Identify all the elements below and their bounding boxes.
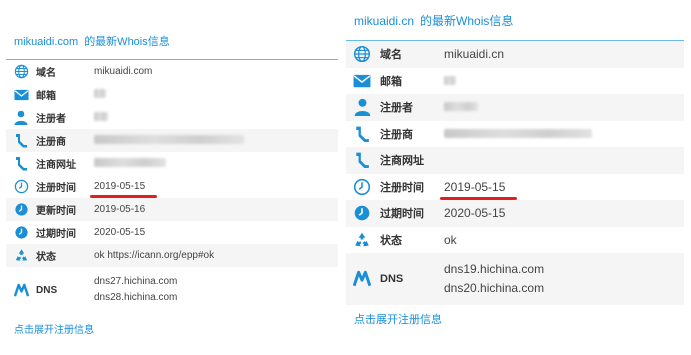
row-label: 注册者 (380, 102, 413, 115)
row-label: 注册商 (380, 128, 413, 141)
row-label: 邮箱 (380, 75, 402, 88)
clock-icon (10, 179, 32, 194)
row-label: 状态 (36, 252, 56, 263)
panel-title: mikuaidi.cn 的最新Whois信息 (346, 2, 684, 41)
mail-icon (10, 89, 32, 101)
clock-icon (350, 178, 374, 196)
row-dns: DNS dns19.hichina.com dns20.hichina.com (346, 253, 684, 305)
registrar-url-icon (10, 156, 32, 171)
registrar-icon (10, 133, 32, 148)
row-registered-date: 注册时间 2019-05-15 (6, 175, 338, 198)
title-domain[interactable]: mikuaidi.com (14, 36, 78, 48)
redacted-value (94, 111, 108, 124)
dns-server: dns28.hichina.com (94, 292, 178, 303)
redacted-value (444, 74, 456, 88)
dns-icon (350, 270, 374, 288)
title-suffix: 的最新Whois信息 (84, 36, 170, 48)
row-label: 更新时间 (36, 206, 76, 217)
dns-icon (10, 283, 32, 298)
row-value: mikuaidi.cn (444, 47, 505, 62)
expand-registration-link[interactable]: 点击展开注册信息 (346, 311, 442, 327)
row-value: 2020-05-15 (444, 206, 506, 221)
row-label: 域名 (380, 49, 402, 62)
row-value: mikuaidi.com (94, 66, 153, 77)
row-label: DNS (36, 284, 58, 296)
row-label: DNS (380, 273, 404, 285)
dns-server: dns19.hichina.com (444, 262, 545, 276)
clock-icon (350, 204, 374, 222)
mail-icon (350, 74, 374, 88)
user-icon (10, 110, 32, 125)
recycle-icon (10, 248, 32, 263)
redacted-value (94, 157, 166, 170)
row-dns: DNS dns27.hichina.com dns28.hichina.com (6, 267, 338, 313)
dns-server: dns27.hichina.com (94, 276, 178, 287)
row-registrar: 注册商 (346, 121, 684, 148)
title-suffix: 的最新Whois信息 (420, 14, 514, 28)
row-status: 状态 ok https://icann.org/epp#ok (6, 244, 338, 267)
row-label: 注册商 (36, 137, 66, 148)
dns-values: dns19.hichina.com dns20.hichina.com (444, 260, 544, 298)
whois-panel-left: mikuaidi.com 的最新Whois信息 域名 mikuaidi.com 邮… (6, 26, 338, 338)
row-label: 域名 (36, 68, 56, 79)
clock-icon (10, 225, 32, 240)
row-registrar-url: 注商网址 (6, 152, 338, 175)
recycle-icon (350, 231, 374, 249)
redacted-value (444, 127, 592, 141)
row-label: 注册时间 (380, 181, 424, 194)
row-label: 注商网址 (36, 160, 76, 171)
row-status: 状态 ok (346, 227, 684, 254)
row-value: ok https://icann.org/epp#ok (94, 250, 215, 261)
row-label: 注册时间 (36, 183, 76, 194)
row-updated-date: 更新时间 2019-05-16 (6, 198, 338, 221)
row-value: 2019-05-16 (94, 204, 146, 215)
row-registered-date: 注册时间 2019-05-15 (346, 174, 684, 201)
row-registrar: 注册商 (6, 129, 338, 152)
row-value: 2019-05-15 (89, 181, 158, 198)
row-domain: 域名 mikuaidi.cn (346, 41, 684, 68)
row-value: 2020-05-15 (94, 227, 146, 238)
globe-icon (10, 64, 32, 79)
row-label: 注册者 (36, 114, 66, 125)
row-email: 邮箱 (346, 68, 684, 95)
redacted-value (94, 134, 244, 147)
row-expiry-date: 过期时间 2020-05-15 (346, 200, 684, 227)
clock-icon (10, 202, 32, 217)
globe-icon (350, 45, 374, 63)
row-registrant: 注册者 (6, 106, 338, 129)
row-domain: 域名 mikuaidi.com (6, 60, 338, 83)
row-registrant: 注册者 (346, 94, 684, 121)
user-icon (350, 98, 374, 117)
row-label: 状态 (380, 234, 402, 247)
row-label: 注商网址 (380, 155, 424, 168)
expand-registration-link[interactable]: 点击展开注册信息 (6, 321, 94, 336)
row-email: 邮箱 (6, 83, 338, 106)
row-label: 邮箱 (36, 91, 56, 102)
redacted-value (444, 100, 478, 114)
title-domain[interactable]: mikuaidi.cn (354, 14, 414, 28)
redacted-value (94, 88, 106, 101)
row-value: 2019-05-15 (439, 179, 518, 200)
row-registrar-url: 注商网址 (346, 147, 684, 174)
row-expiry-date: 过期时间 2020-05-15 (6, 221, 338, 244)
whois-panel-right: mikuaidi.cn 的最新Whois信息 域名 mikuaidi.cn 邮箱 … (346, 2, 684, 328)
dns-values: dns27.hichina.com dns28.hichina.com (94, 274, 177, 306)
row-label: 过期时间 (36, 229, 76, 240)
dns-server: dns20.hichina.com (444, 281, 545, 295)
row-label: 过期时间 (380, 208, 424, 221)
panel-title: mikuaidi.com 的最新Whois信息 (6, 26, 338, 60)
row-value: ok (444, 232, 457, 247)
registrar-icon (350, 125, 374, 143)
registrar-url-icon (350, 151, 374, 169)
